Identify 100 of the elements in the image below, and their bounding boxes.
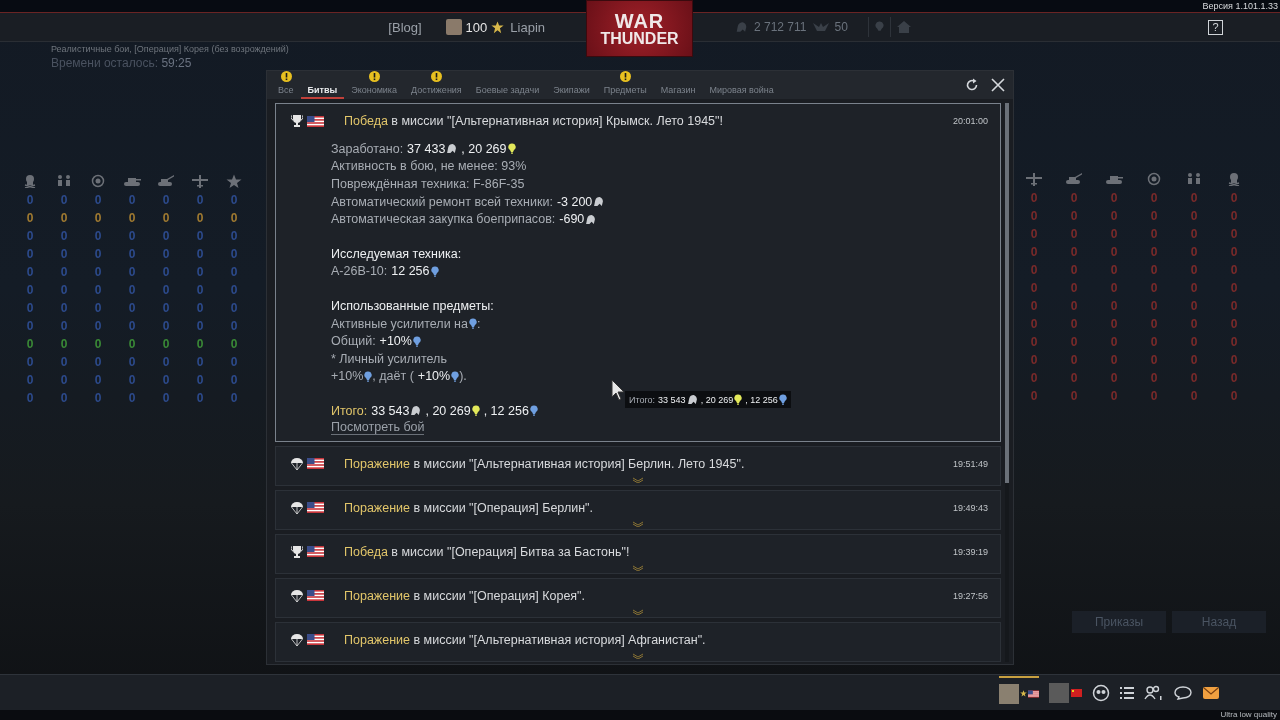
score-value: 0: [162, 211, 170, 226]
score-value: 0: [230, 337, 238, 352]
score-value: 0: [1070, 299, 1078, 314]
tab[interactable]: Достижения: [404, 71, 469, 99]
score-value: 0: [60, 319, 68, 334]
score-value: 0: [60, 193, 68, 208]
score-value: 0: [1150, 299, 1158, 314]
score-value: 0: [196, 391, 204, 406]
score-value: 0: [1190, 209, 1198, 224]
score-value: 0: [1030, 389, 1038, 404]
score-value: 0: [196, 247, 204, 262]
game-logo[interactable]: WAR THUNDER: [586, 0, 693, 57]
score-value: 0: [1070, 191, 1078, 206]
score-value: 0: [1030, 209, 1038, 224]
score-value: 0: [26, 337, 34, 352]
score-value: 0: [60, 301, 68, 316]
score-value: 0: [1230, 191, 1238, 206]
score-value: 0: [128, 391, 136, 406]
score-value: 0: [26, 283, 34, 298]
battle-entry[interactable]: Победа в миссии "[Операция] Битва за Бастонь"! 19:39:19: [275, 533, 1001, 574]
mission-result: Победа в миссии "[Альтернативная история] Крымск. Лето 1945"!: [344, 114, 724, 128]
score-value: 0: [128, 283, 136, 298]
score-value: 0: [162, 247, 170, 262]
score-value: 0: [1150, 209, 1158, 224]
help-button[interactable]: ?: [1208, 19, 1223, 35]
tab[interactable]: Магазин: [653, 71, 703, 99]
chat-icon[interactable]: [1174, 685, 1192, 700]
blog-link[interactable]: [Blog]: [388, 19, 422, 35]
mission-result: Победа в миссии "[Операция] Битва за Бастонь"!: [344, 544, 631, 559]
score-value: 0: [60, 391, 68, 406]
score-value: 0: [162, 391, 170, 406]
score-value: 0: [162, 373, 170, 388]
us-flag-icon: [307, 458, 324, 470]
score-value: 0: [196, 355, 204, 370]
tab[interactable]: Экипажи: [546, 71, 597, 99]
refresh-icon[interactable]: [965, 78, 979, 92]
tab[interactable]: Все: [271, 71, 301, 99]
close-icon[interactable]: [991, 78, 1005, 92]
detail-text: Автоматический ремонт всей техники:: [331, 194, 553, 209]
score-value: 0: [94, 355, 102, 370]
flag-icon: [1071, 688, 1082, 697]
tab[interactable]: Битвы: [300, 71, 345, 99]
score-value: 0: [1070, 245, 1078, 260]
tab[interactable]: Боевые задачи: [468, 71, 547, 99]
score-value: 0: [1110, 353, 1118, 368]
bulb-icon: [874, 21, 884, 33]
score-value: 0: [26, 355, 34, 370]
tab[interactable]: Предметы: [596, 71, 654, 99]
mail-icon[interactable]: [1202, 685, 1220, 700]
chevron-down-icon[interactable]: [632, 608, 644, 615]
chevron-down-icon[interactable]: [632, 520, 644, 527]
score-value: 0: [1110, 209, 1118, 224]
amount-value: 33 543: [658, 394, 686, 405]
amount-value: -3 200: [556, 194, 593, 209]
score-value: 0: [1070, 281, 1078, 296]
score-value: 0: [196, 211, 204, 226]
amount-value: 37 433: [407, 141, 446, 156]
amount-value: -690: [559, 212, 585, 227]
chevron-down-icon[interactable]: [632, 652, 644, 659]
view-battle-link[interactable]: Посмотреть бой: [331, 419, 425, 435]
score-value: 0: [1070, 317, 1078, 332]
battle-entry[interactable]: Поражение в миссии "[Операция] Берлин". 19:49:43: [275, 489, 1001, 530]
tab[interactable]: Экономика: [344, 71, 404, 99]
score-value: 0: [1230, 245, 1238, 260]
score-value: 0: [128, 265, 136, 280]
crew-icon: [1185, 172, 1203, 186]
score-value: 0: [1030, 371, 1038, 386]
amount-value: , 12 256: [483, 403, 529, 418]
score-value: 0: [1030, 353, 1038, 368]
score-value: 0: [1110, 299, 1118, 314]
score-value: 0: [26, 319, 34, 334]
score-value: 0: [1150, 371, 1158, 386]
battle-entry[interactable]: Поражение в миссии "[Альтернативная история] Афганистан".: [275, 621, 1001, 662]
rank-label: 100: [465, 19, 488, 35]
chevron-down-icon[interactable]: [632, 564, 644, 571]
avatar-icon[interactable]: [999, 683, 1019, 704]
time-label: 19:51:49: [952, 458, 988, 469]
score-value: 0: [26, 229, 34, 244]
score-value: 0: [196, 373, 204, 388]
time-label: 19:27:56: [952, 590, 988, 601]
battle-entry[interactable]: [275, 103, 1001, 442]
nickname-label[interactable]: Liapin: [510, 19, 545, 35]
avatar-icon[interactable]: [1049, 682, 1069, 703]
detail-text: Заработано:: [331, 141, 404, 156]
score-value: 0: [1030, 227, 1038, 242]
score-value: 0: [94, 193, 102, 208]
list-icon[interactable]: [1120, 686, 1134, 699]
detail-text: Повреждённая техника: F-86F-35: [331, 177, 525, 191]
score-value: 0: [1230, 353, 1238, 368]
score-value: 0: [1150, 263, 1158, 278]
battle-entry[interactable]: Поражение в миссии "[Альтернативная история] Берлин. Лето 1945". 19:51:49: [275, 445, 1001, 486]
people-circle-icon[interactable]: [1092, 683, 1110, 702]
friends-icon[interactable]: [1144, 684, 1164, 701]
tab[interactable]: Мировая война: [702, 71, 781, 99]
score-value: 0: [1230, 263, 1238, 278]
detail-text: Активные усилители на: [331, 316, 468, 331]
battle-entry[interactable]: Поражение в миссии "[Операция] Корея". 19:27:56: [275, 577, 1001, 618]
us-flag-icon: [307, 115, 324, 127]
chevron-down-icon[interactable]: [632, 476, 644, 483]
avatar-icon[interactable]: [445, 19, 462, 35]
